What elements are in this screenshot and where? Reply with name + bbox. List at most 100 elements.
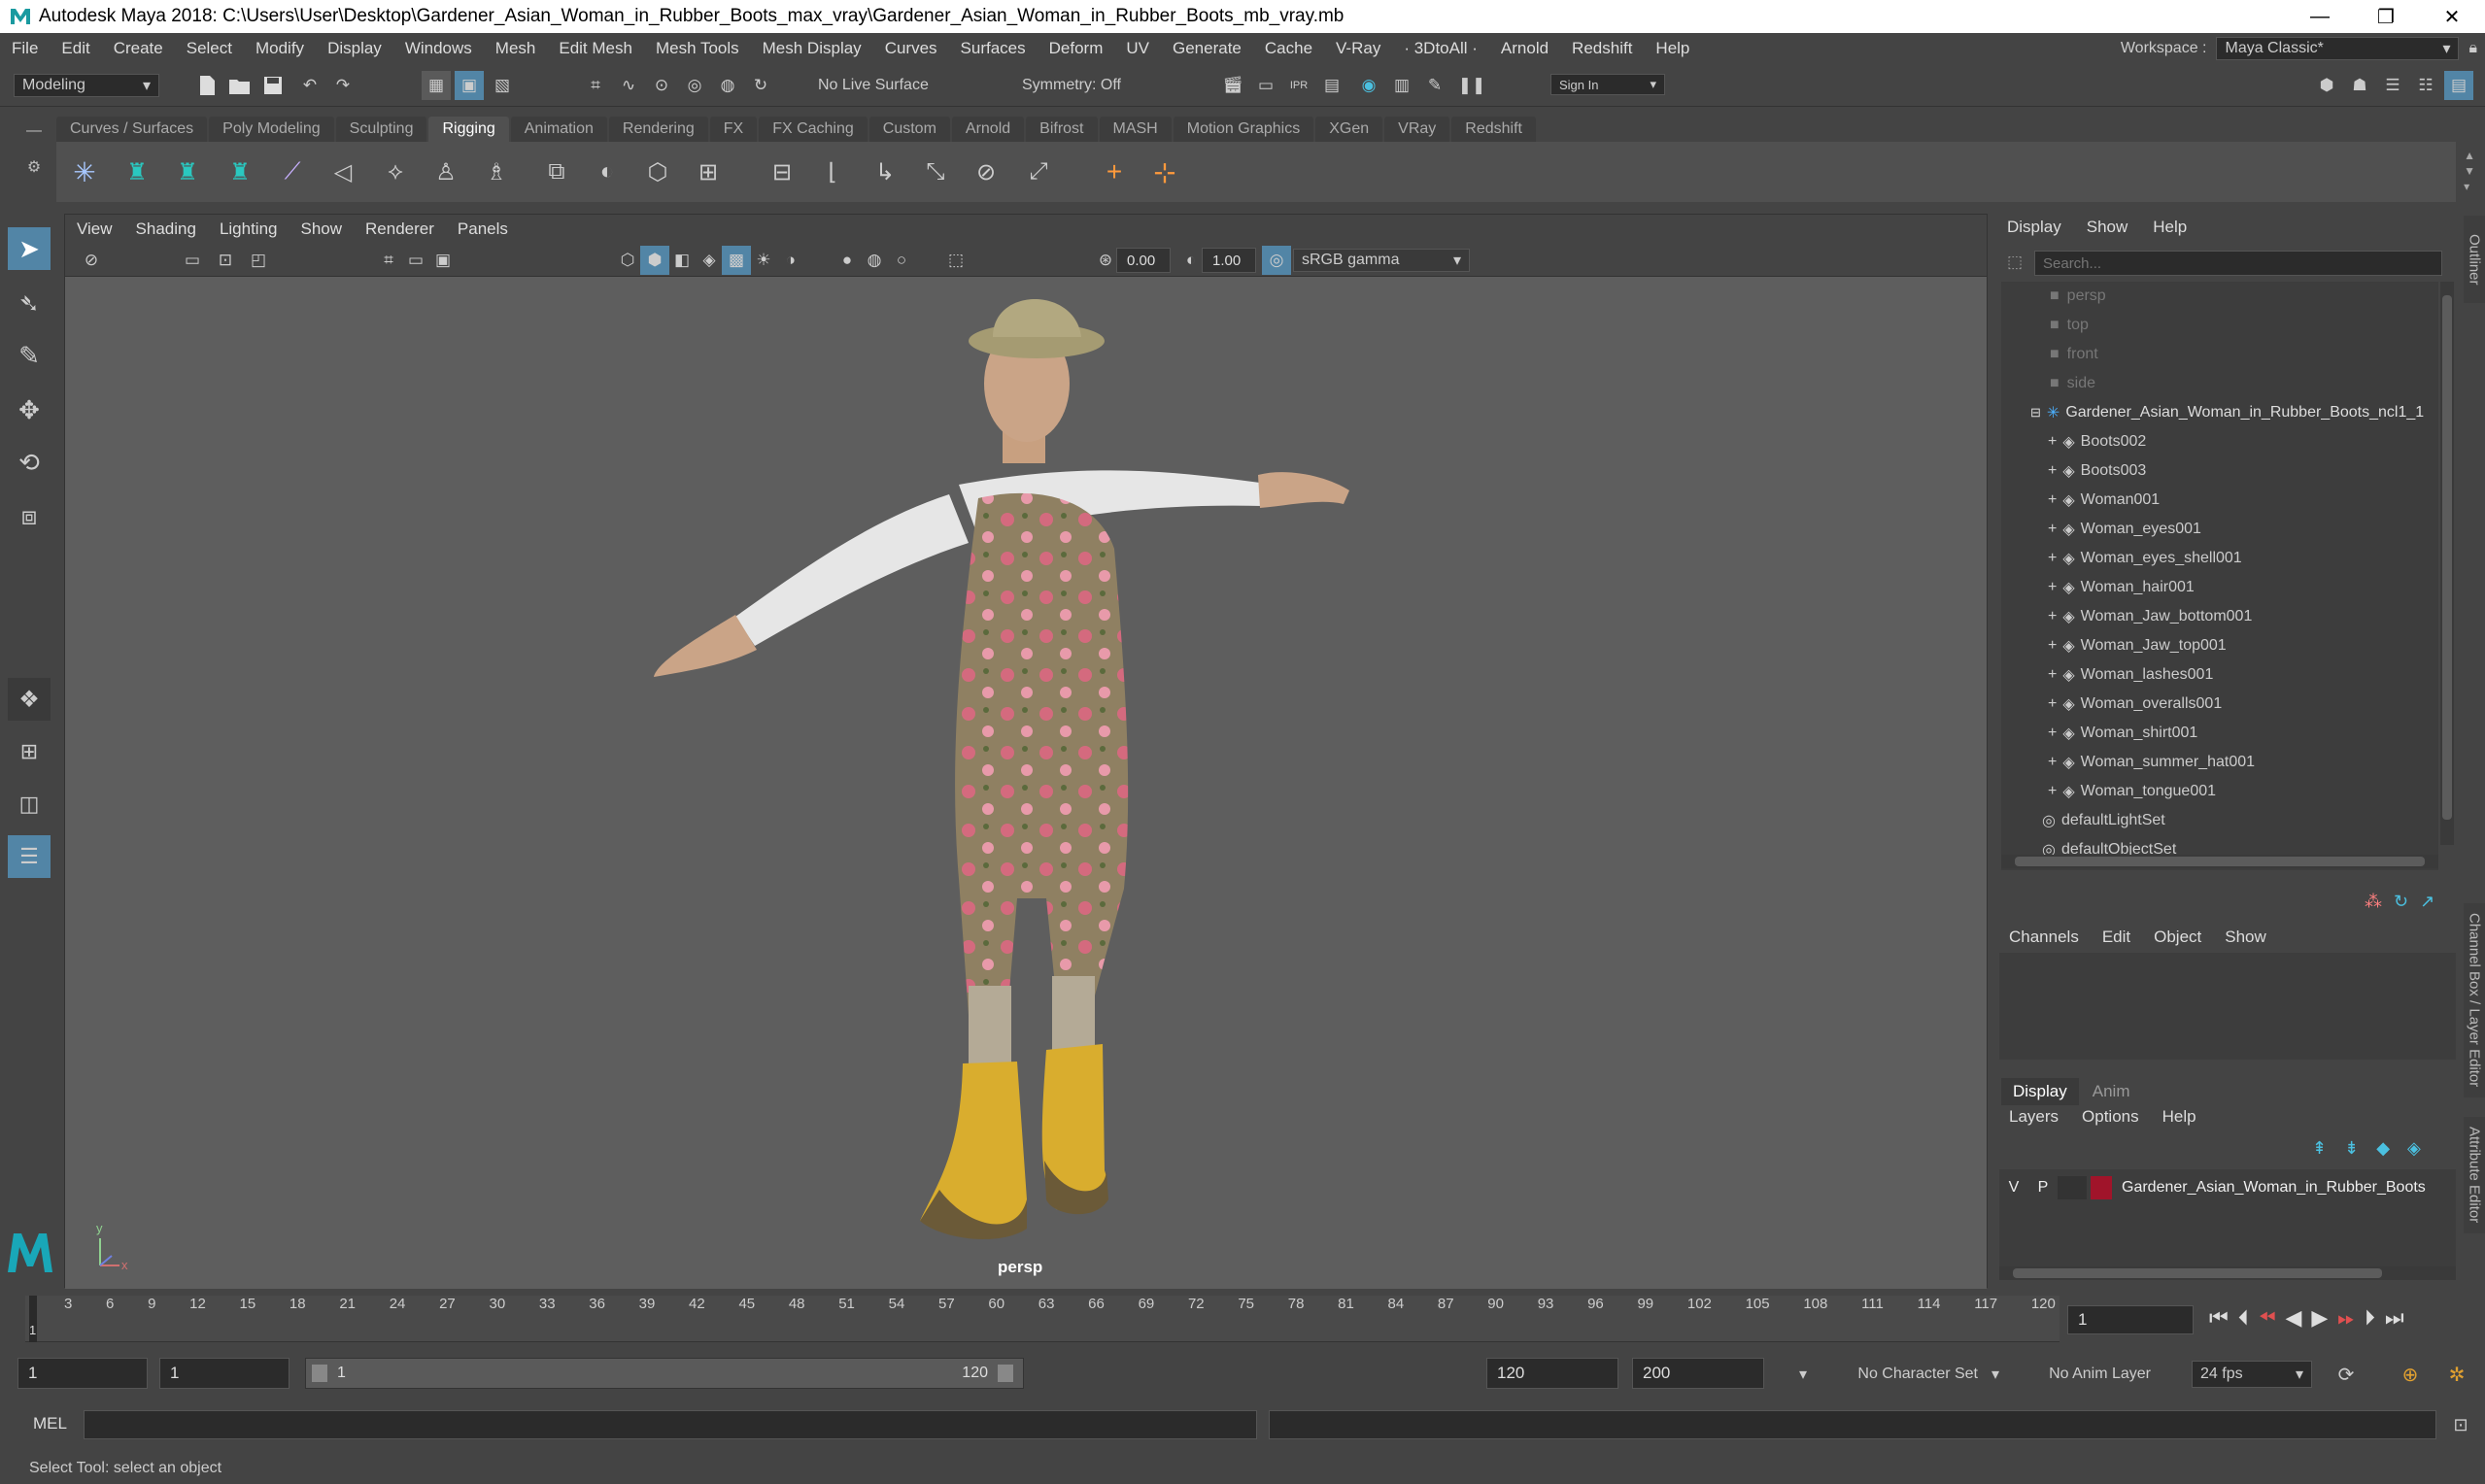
layer-visibility-toggle[interactable]: V bbox=[1999, 1179, 2028, 1197]
expand-icon[interactable]: + bbox=[2048, 462, 2057, 480]
expand-icon[interactable]: + bbox=[2048, 754, 2057, 771]
color-space-dropdown[interactable]: sRGB gamma ▾ bbox=[1293, 249, 1470, 272]
viewport-menu-lighting[interactable]: Lighting bbox=[208, 219, 289, 239]
quick-rig-icon[interactable]: ♜ bbox=[225, 157, 255, 186]
fps-dropdown[interactable]: 24 fps ▾ bbox=[2192, 1361, 2312, 1388]
layer-playback-toggle[interactable]: P bbox=[2028, 1179, 2058, 1197]
vray-render-icon[interactable]: ◉ bbox=[1354, 71, 1383, 100]
bind-skin-icon[interactable]: ⧉ bbox=[542, 157, 571, 186]
layer-menu-help[interactable]: Help bbox=[2162, 1107, 2196, 1127]
grid-toggle-icon[interactable]: ⌗ bbox=[374, 246, 403, 275]
shelf-tab-animation[interactable]: Animation bbox=[510, 117, 607, 142]
human-ik-icon[interactable]: ♜ bbox=[173, 157, 202, 186]
two-view-layout-icon[interactable]: ◫ bbox=[8, 783, 51, 826]
outliner-menu-help[interactable]: Help bbox=[2153, 218, 2187, 237]
move-tool-icon[interactable]: ✥ bbox=[8, 388, 51, 431]
sign-in-dropdown[interactable]: Sign In ▾ bbox=[1550, 74, 1665, 95]
command-language-label[interactable]: MEL bbox=[33, 1414, 67, 1433]
channel-box-side-tab[interactable]: Channel Box / Layer Editor bbox=[2464, 903, 2485, 1097]
cluster-icon[interactable]: ⊞ bbox=[694, 157, 723, 186]
loop-playback-icon[interactable]: ⟳ bbox=[2332, 1360, 2361, 1389]
menu-display[interactable]: Display bbox=[316, 39, 393, 58]
go-to-end-icon[interactable]: ⏭︎ bbox=[2385, 1305, 2404, 1331]
shelf-tab-xgen[interactable]: XGen bbox=[1315, 117, 1383, 142]
vray-ipr-icon[interactable]: ✎ bbox=[1420, 71, 1449, 100]
playback-start-field[interactable]: 1 bbox=[159, 1358, 289, 1389]
layer-horizontal-scrollbar[interactable] bbox=[1999, 1266, 2456, 1280]
outliner-item-mesh[interactable]: + ◈ Boots003 bbox=[2048, 456, 2146, 486]
scene-start-field[interactable]: 1 bbox=[17, 1358, 148, 1389]
step-back-frame-icon[interactable]: ⏴︎ bbox=[2238, 1305, 2249, 1331]
minimize-button[interactable]: — bbox=[2287, 0, 2353, 33]
outliner-item-set[interactable]: ◎ defaultLightSet bbox=[2042, 806, 2165, 835]
character-skeleton-icon[interactable]: ♜ bbox=[122, 157, 152, 186]
outliner-item-mesh[interactable]: + ◈ Woman_shirt001 bbox=[2048, 719, 2197, 748]
add-influence-icon[interactable]: ⊹ bbox=[1150, 157, 1179, 187]
vray-frame-buffer-icon[interactable]: ▥ bbox=[1387, 71, 1416, 100]
shelf-scroll[interactable]: ▲ ▼ ▾ bbox=[2464, 148, 2475, 194]
layer-tab-display[interactable]: Display bbox=[2001, 1078, 2079, 1105]
textured-icon[interactable]: ◈ bbox=[695, 246, 724, 275]
aim-constraint-icon[interactable]: ⊘ bbox=[971, 157, 1001, 186]
camera-attributes-icon[interactable]: ▭ bbox=[178, 246, 207, 275]
pole-vector-icon[interactable]: ⤢ bbox=[1024, 157, 1053, 186]
menu-cache[interactable]: Cache bbox=[1253, 39, 1324, 58]
new-scene-icon[interactable] bbox=[192, 71, 221, 100]
menu-uv[interactable]: UV bbox=[1114, 39, 1161, 58]
outliner-side-tab[interactable]: Outliner bbox=[2464, 216, 2485, 303]
character-set-dropdown[interactable]: ▾ No Character Set bbox=[1791, 1361, 1986, 1388]
open-scene-icon[interactable] bbox=[225, 71, 255, 100]
layer-menu-layers[interactable]: Layers bbox=[2009, 1107, 2059, 1127]
expand-icon[interactable]: + bbox=[2048, 666, 2057, 684]
menu-surfaces[interactable]: Surfaces bbox=[949, 39, 1038, 58]
outliner-item-mesh[interactable]: + ◈ Woman_eyes_shell001 bbox=[2048, 544, 2242, 573]
tool-settings-icon[interactable]: ☷ bbox=[2411, 71, 2440, 100]
outliner-item-camera[interactable]: ■ top bbox=[2050, 311, 2089, 340]
maximize-button[interactable]: ❐ bbox=[2353, 0, 2419, 33]
viewport-menu-panels[interactable]: Panels bbox=[446, 219, 520, 239]
shelf-tab-fx-caching[interactable]: FX Caching bbox=[759, 117, 868, 142]
expand-icon[interactable]: + bbox=[2048, 550, 2057, 567]
shelf-tab-redshift[interactable]: Redshift bbox=[1451, 117, 1536, 142]
shelf-options[interactable]: — ⚙︎ bbox=[19, 122, 49, 200]
command-input[interactable] bbox=[84, 1410, 1257, 1439]
four-view-layout-icon[interactable]: ⊞ bbox=[8, 730, 51, 773]
insert-joint-icon[interactable]: ⟡ bbox=[381, 157, 410, 186]
range-bar[interactable]: 1 120 bbox=[305, 1358, 1024, 1389]
gamma-field[interactable]: 1.00 bbox=[1202, 248, 1256, 273]
channel-box-toggle-icon[interactable]: ▤ bbox=[2444, 71, 2473, 100]
attribute-editor-toggle-icon[interactable]: ☰ bbox=[2378, 71, 2407, 100]
outliner-item-mesh[interactable]: + ◈ Woman_tongue001 bbox=[2048, 777, 2216, 806]
play-forward-icon[interactable]: ▶ bbox=[2311, 1305, 2328, 1331]
filter-icon[interactable]: ⬚ bbox=[2007, 253, 2023, 272]
layer-reference-toggle[interactable] bbox=[2058, 1176, 2087, 1199]
shelf-tab-vray[interactable]: VRay bbox=[1384, 117, 1450, 142]
step-forward-frame-icon[interactable]: ⏵︎ bbox=[2365, 1305, 2375, 1331]
point-constraint-icon[interactable]: ⌊ bbox=[818, 157, 847, 186]
ik-handle-icon[interactable]: ⟋ bbox=[278, 157, 307, 186]
channel-box-refresh-icon[interactable]: ↻ bbox=[2394, 892, 2408, 912]
shelf-tab-fx[interactable]: FX bbox=[709, 117, 758, 142]
ik-spline-icon[interactable]: ◁ bbox=[328, 157, 357, 186]
symmetry-dropdown[interactable]: Symmetry: Off bbox=[1014, 74, 1160, 97]
xray-icon[interactable]: ▩ bbox=[722, 246, 751, 275]
play-backward-icon[interactable]: ◀ bbox=[2285, 1305, 2301, 1331]
layer-row[interactable]: V P Gardener_Asian_Woman_in_Rubber_Boots bbox=[1999, 1173, 2456, 1202]
expand-icon[interactable]: + bbox=[2048, 433, 2057, 451]
menu-help[interactable]: Help bbox=[1644, 39, 1701, 58]
render-current-icon[interactable]: ▭ bbox=[1251, 71, 1280, 100]
select-component-icon[interactable]: ▧ bbox=[488, 71, 517, 100]
motion-blur-icon[interactable]: ◍ bbox=[860, 246, 889, 275]
paint-weights-icon[interactable]: ◐ bbox=[593, 157, 622, 186]
smooth-shade-icon[interactable]: ⬢ bbox=[640, 246, 669, 275]
set-driven-key-icon[interactable]: + bbox=[1100, 156, 1129, 186]
scale-tool-icon[interactable]: ⧈ bbox=[8, 495, 51, 538]
menu-vray[interactable]: V-Ray bbox=[1324, 39, 1392, 58]
snap-surface-icon[interactable]: ◍ bbox=[713, 71, 742, 100]
scale-constraint-icon[interactable]: ⤡ bbox=[921, 157, 950, 186]
select-hierarchy-icon[interactable]: ▦ bbox=[422, 71, 451, 100]
wireframe-icon[interactable]: ⬡ bbox=[613, 246, 642, 275]
new-empty-layer-icon[interactable]: ◆ bbox=[2376, 1138, 2390, 1159]
snap-view-icon[interactable]: ◎ bbox=[680, 71, 709, 100]
modeling-toolkit-icon[interactable]: ⬢ bbox=[2312, 71, 2341, 100]
